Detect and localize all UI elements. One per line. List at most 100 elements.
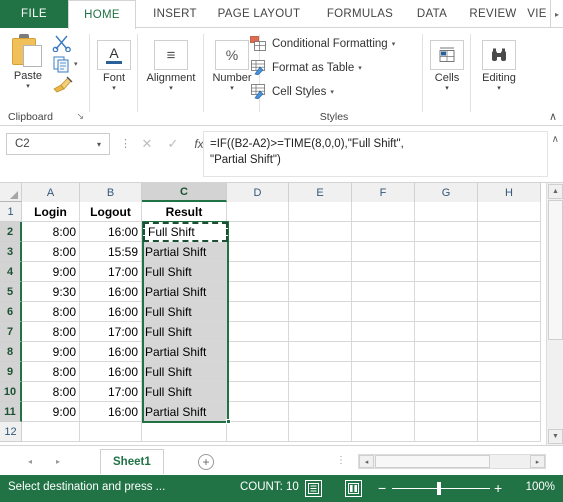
cell-e6[interactable] bbox=[289, 302, 352, 322]
cell-h6[interactable] bbox=[478, 302, 541, 322]
row-header-11[interactable]: 11 bbox=[0, 402, 22, 422]
cell-e8[interactable] bbox=[289, 342, 352, 362]
paste-button[interactable]: Paste ▾ bbox=[6, 34, 50, 91]
editing-button[interactable]: Editing ▾ bbox=[481, 40, 517, 93]
cell-a11[interactable]: 9:00 bbox=[22, 402, 80, 422]
tab-review[interactable]: REVIEW bbox=[456, 0, 530, 28]
tab-view[interactable]: VIE bbox=[524, 0, 550, 28]
cell-d7[interactable] bbox=[227, 322, 289, 342]
alignment-button[interactable]: ≡ Alignment ▾ bbox=[147, 40, 195, 93]
cell-b1[interactable]: Logout bbox=[80, 202, 142, 222]
column-header-c[interactable]: C bbox=[142, 183, 227, 202]
paste-caret-icon[interactable]: ▾ bbox=[26, 83, 30, 91]
cell-d8[interactable] bbox=[227, 342, 289, 362]
cell-f9[interactable] bbox=[352, 362, 415, 382]
column-header-a[interactable]: A bbox=[22, 183, 80, 202]
row-header-10[interactable]: 10 bbox=[0, 382, 22, 402]
cell-e5[interactable] bbox=[289, 282, 352, 302]
cell-g12[interactable] bbox=[415, 422, 478, 442]
tab-file[interactable]: FILE bbox=[0, 0, 68, 28]
column-header-h[interactable]: H bbox=[478, 183, 541, 202]
cell-h1[interactable] bbox=[478, 202, 541, 222]
vertical-scroll-thumb[interactable] bbox=[548, 200, 563, 340]
sheet-prev-button[interactable]: ◂ bbox=[22, 454, 38, 468]
fill-handle[interactable] bbox=[226, 419, 231, 424]
cell-h8[interactable] bbox=[478, 342, 541, 362]
vertical-scrollbar[interactable]: ▲ ▼ bbox=[546, 183, 563, 445]
cell-f2[interactable] bbox=[352, 222, 415, 242]
cell-g7[interactable] bbox=[415, 322, 478, 342]
cell-c6[interactable]: Full Shift bbox=[142, 302, 227, 322]
cell-h10[interactable] bbox=[478, 382, 541, 402]
row-header-8[interactable]: 8 bbox=[0, 342, 22, 362]
cell-styles-caret-icon[interactable]: ▾ bbox=[330, 88, 334, 96]
cell-a1[interactable]: Login bbox=[22, 202, 80, 222]
scroll-right-button[interactable]: ▸ bbox=[530, 455, 545, 468]
cell-b11[interactable]: 16:00 bbox=[80, 402, 142, 422]
zoom-in-button[interactable]: + bbox=[494, 479, 502, 497]
cell-b5[interactable]: 16:00 bbox=[80, 282, 142, 302]
cell-h4[interactable] bbox=[478, 262, 541, 282]
cell-styles-button[interactable]: Cell Styles ▾ bbox=[250, 84, 334, 100]
format-painter-button[interactable] bbox=[52, 76, 74, 94]
cell-g6[interactable] bbox=[415, 302, 478, 322]
cell-h9[interactable] bbox=[478, 362, 541, 382]
cell-a7[interactable]: 8:00 bbox=[22, 322, 80, 342]
cell-a9[interactable]: 8:00 bbox=[22, 362, 80, 382]
clipboard-dialog-launcher[interactable]: ↘ bbox=[76, 111, 84, 122]
collapse-ribbon-button[interactable]: ∧ bbox=[549, 110, 557, 123]
cell-g9[interactable] bbox=[415, 362, 478, 382]
cell-a5[interactable]: 9:30 bbox=[22, 282, 80, 302]
formula-input[interactable]: =IF((B2-A2)>=TIME(8,0,0),"Full Shift", "… bbox=[203, 131, 548, 177]
cell-c10[interactable]: Full Shift bbox=[142, 382, 227, 402]
enter-formula-button[interactable]: ✓ bbox=[160, 133, 186, 155]
cell-c5[interactable]: Partial Shift bbox=[142, 282, 227, 302]
cell-d1[interactable] bbox=[227, 202, 289, 222]
row-header-12[interactable]: 12 bbox=[0, 422, 22, 442]
cell-f5[interactable] bbox=[352, 282, 415, 302]
sheet-next-button[interactable]: ▸ bbox=[50, 454, 66, 468]
column-header-g[interactable]: G bbox=[415, 183, 478, 202]
cell-g4[interactable] bbox=[415, 262, 478, 282]
cell-b7[interactable]: 17:00 bbox=[80, 322, 142, 342]
cell-f7[interactable] bbox=[352, 322, 415, 342]
cell-d10[interactable] bbox=[227, 382, 289, 402]
cell-f10[interactable] bbox=[352, 382, 415, 402]
column-header-b[interactable]: B bbox=[80, 183, 142, 202]
cell-h3[interactable] bbox=[478, 242, 541, 262]
cell-d6[interactable] bbox=[227, 302, 289, 322]
cell-h12[interactable] bbox=[478, 422, 541, 442]
cell-f4[interactable] bbox=[352, 262, 415, 282]
editing-caret-icon[interactable]: ▾ bbox=[497, 85, 501, 93]
name-box-dropdown-icon[interactable]: ▾ bbox=[89, 140, 109, 149]
cell-b6[interactable]: 16:00 bbox=[80, 302, 142, 322]
cell-a8[interactable]: 9:00 bbox=[22, 342, 80, 362]
normal-view-button[interactable] bbox=[305, 480, 322, 497]
cell-c9[interactable]: Full Shift bbox=[142, 362, 227, 382]
cell-b4[interactable]: 17:00 bbox=[80, 262, 142, 282]
conditional-formatting-button[interactable]: Conditional Formatting ▾ bbox=[250, 36, 395, 51]
cell-f1[interactable] bbox=[352, 202, 415, 222]
cell-c4[interactable]: Full Shift bbox=[142, 262, 227, 282]
cell-c8[interactable]: Partial Shift bbox=[142, 342, 227, 362]
row-header-2[interactable]: 2 bbox=[0, 222, 22, 242]
copied-cell-c2[interactable]: Full Shift bbox=[143, 222, 228, 242]
tab-overflow-arrow[interactable]: ▸ bbox=[550, 0, 563, 28]
cell-e9[interactable] bbox=[289, 362, 352, 382]
format-as-table-caret-icon[interactable]: ▾ bbox=[358, 64, 362, 72]
cell-b2[interactable]: 16:00 bbox=[80, 222, 142, 242]
column-header-f[interactable]: F bbox=[352, 183, 415, 202]
zoom-slider-thumb[interactable] bbox=[437, 482, 441, 495]
scroll-down-button[interactable]: ▼ bbox=[548, 429, 563, 444]
column-header-d[interactable]: D bbox=[227, 183, 289, 202]
scroll-left-button[interactable]: ◂ bbox=[359, 455, 374, 468]
cell-d2[interactable] bbox=[227, 222, 289, 242]
row-header-1[interactable]: 1 bbox=[0, 202, 22, 222]
name-box[interactable]: C2 ▾ bbox=[6, 133, 110, 155]
cell-h11[interactable] bbox=[478, 402, 541, 422]
cell-b3[interactable]: 15:59 bbox=[80, 242, 142, 262]
scrollbar-split-handle[interactable]: ⋮ bbox=[336, 455, 346, 466]
cell-c11[interactable]: Partial Shift bbox=[142, 402, 227, 422]
cell-h5[interactable] bbox=[478, 282, 541, 302]
column-header-e[interactable]: E bbox=[289, 183, 352, 202]
